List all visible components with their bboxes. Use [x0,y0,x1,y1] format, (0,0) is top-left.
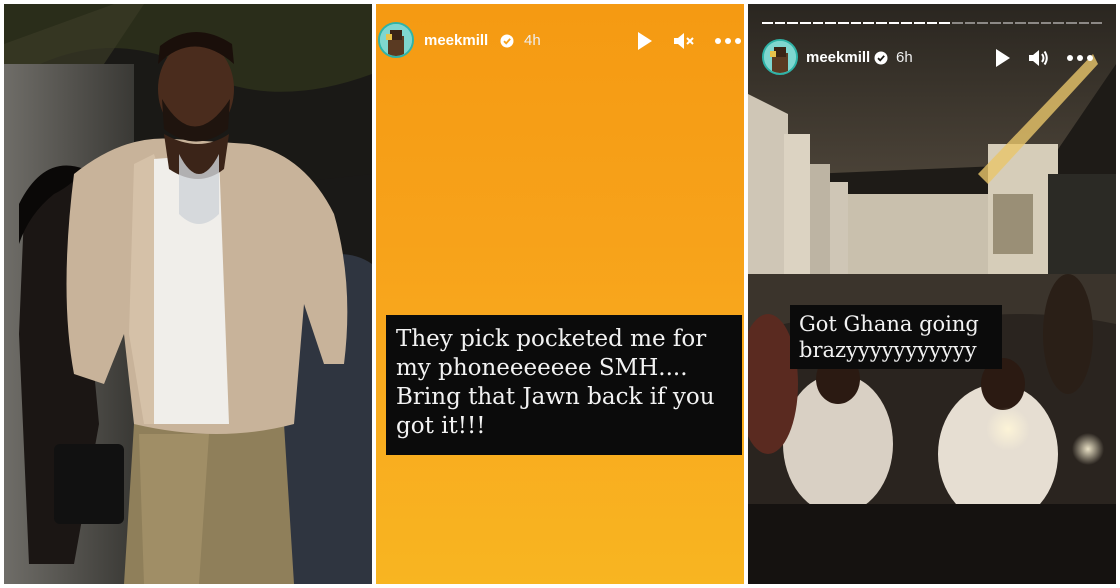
post-time: 6h [896,49,913,66]
caption-line: Bring that Jawn back if you [396,384,715,410]
profile-avatar[interactable] [378,22,414,58]
avatar-icon [380,24,412,56]
photo-panel [4,4,372,584]
caption-line: brazyyyyyyyyyyy [799,338,977,362]
volume-icon[interactable] [1028,48,1050,68]
avatar-icon [764,41,796,73]
verified-icon [874,51,888,65]
caption-line: They pick pocketed me for [396,326,707,352]
play-icon[interactable] [636,31,654,51]
story-panel-2: meekmill 6h Got Ghana going brazyyyyyyyy… [748,4,1116,584]
story-caption: Got Ghana going brazyyyyyyyyyyy [790,305,1002,369]
username[interactable]: meekmill [424,32,488,49]
verified-icon [500,34,514,48]
username[interactable]: meekmill [806,49,870,66]
play-icon[interactable] [994,48,1012,68]
post-time: 4h [524,32,541,49]
profile-avatar[interactable] [762,39,798,75]
caption-line: my phoneeeeeee SMH.... [396,355,688,381]
story-panel-1: meekmill 4h They pick pocketed me for my… [376,4,744,584]
more-icon[interactable] [1066,54,1094,62]
caption-line: Got Ghana going [799,312,979,336]
story-progress-bar [762,22,1103,24]
man-in-jacket-photo [4,4,372,584]
story-caption: They pick pocketed me for my phoneeeeeee… [386,315,742,455]
crowd-video-frame [748,4,1116,584]
caption-line: got it!!! [396,413,486,439]
mute-icon[interactable] [673,31,695,51]
more-icon[interactable] [714,37,742,45]
